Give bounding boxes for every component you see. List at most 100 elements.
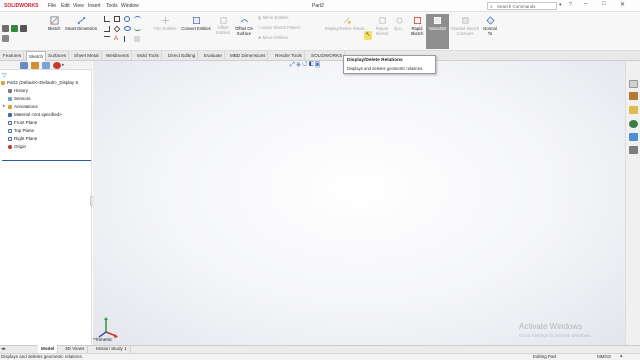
property-manager-tab-icon[interactable] [31, 62, 39, 69]
more-tabs-icon[interactable]: ▸ [62, 62, 65, 68]
sketch-label: Sketch [47, 26, 61, 31]
menu-window[interactable]: Window [121, 3, 139, 9]
convert-entities-icon [192, 16, 200, 25]
ellipse-icon[interactable] [124, 26, 131, 31]
line-icon[interactable] [104, 16, 110, 22]
tree-item-history[interactable]: History [8, 87, 28, 94]
close-button[interactable]: ✕ [620, 1, 625, 8]
tab-features[interactable]: Features [1, 51, 25, 61]
menu-insert[interactable]: Insert [88, 3, 101, 9]
tab-mold-tools[interactable]: Mold Tools [135, 51, 162, 61]
status-dropdown-icon[interactable]: ▴ [620, 353, 623, 360]
arc-icon[interactable] [134, 16, 141, 22]
tab-sketch[interactable]: Sketch [26, 51, 47, 61]
tooltip: Display/Delete Relations Displays and de… [343, 55, 436, 74]
polygon-icon[interactable] [113, 25, 121, 33]
sketch-entities-group: A [104, 14, 152, 48]
scroll-tabs-icon[interactable]: ◂▸ [1, 346, 6, 352]
tree-item-origin[interactable]: Origin [8, 143, 26, 150]
tab-model[interactable]: Model [38, 345, 59, 353]
rapid-sketch-button[interactable]: Rapid Sketch [408, 14, 426, 49]
search-commands-input[interactable]: ⌕ Search Commands [487, 2, 557, 10]
part-icon [1, 80, 5, 85]
trim-entities-button[interactable]: Trim Entities [152, 14, 178, 49]
configuration-manager-tab-icon[interactable] [42, 62, 50, 69]
view-orientation-icon[interactable]: ▣ [315, 62, 320, 68]
zoom-to-fit-icon[interactable]: ⤢ [290, 62, 295, 68]
origin-icon [8, 144, 12, 149]
help-icon[interactable]: ? [569, 2, 575, 10]
filter-icon[interactable]: ▽ [2, 72, 7, 79]
smart-dimension-button[interactable]: Smart Dimension [63, 14, 99, 49]
normal-to-button[interactable]: Normal To [481, 14, 499, 49]
tab-surfaces[interactable]: Surfaces [46, 51, 70, 61]
spline-icon[interactable] [134, 26, 141, 31]
title-bar: SOLIDWORKS File Edit View Insert Tools W… [0, 0, 640, 12]
menu-edit[interactable]: Edit [61, 3, 70, 9]
tree-item-front-plane[interactable]: Front Plane [8, 119, 37, 126]
tree-item-material[interactable]: Material <not specified> [8, 111, 62, 118]
select-icon[interactable] [2, 35, 9, 42]
maximize-button[interactable]: □ [602, 1, 606, 7]
slot-icon[interactable] [104, 26, 110, 32]
undo-icon[interactable] [2, 25, 9, 32]
tree-item-annotations[interactable]: Annotations [8, 103, 38, 110]
repair-sketch-button[interactable]: Repair Sketch [373, 14, 391, 49]
feature-manager-tab-icon[interactable] [20, 62, 28, 69]
graphics-area[interactable] [93, 61, 625, 346]
expand-arrow-icon[interactable]: ▸ [3, 103, 5, 109]
circle-icon[interactable] [124, 16, 130, 22]
print-icon[interactable] [20, 25, 27, 32]
appearances-icon[interactable] [629, 120, 638, 128]
move-entities-item[interactable]: ✥ Move Entities [258, 34, 288, 42]
offset-on-surface-button[interactable]: Offset On Surface [233, 14, 255, 49]
menu-tools[interactable]: Tools [106, 3, 118, 9]
quick-snaps-button[interactable]: Qui... [392, 14, 406, 49]
unit-system-button[interactable]: MMGS [597, 353, 611, 360]
rollback-bar[interactable] [2, 160, 91, 161]
tab-render-tools[interactable]: Render Tools [273, 51, 305, 61]
shaded-sketch-contours-button[interactable]: Shaded Sketch Contours [450, 14, 480, 49]
convert-entities-label: Convert Entities [181, 26, 211, 31]
menu-file[interactable]: File [48, 3, 56, 9]
design-library-icon[interactable] [629, 92, 638, 100]
tree-item-sensors[interactable]: Sensors [8, 95, 31, 102]
view-palette-icon[interactable] [629, 133, 638, 141]
tab-sheet-metal[interactable]: Sheet Metal [72, 51, 102, 61]
tab-weldments[interactable]: Weldments [104, 51, 132, 61]
tab-solidworks-addins[interactable]: SOLIDWORKS [309, 51, 346, 61]
offset-entities-button[interactable]: Offset Entities [213, 14, 233, 49]
search-icon: ⌕ [490, 4, 493, 10]
centerline-icon[interactable] [124, 36, 130, 42]
previous-view-icon[interactable]: ↺ [302, 62, 307, 68]
minimize-button[interactable]: – [584, 1, 587, 7]
text-icon[interactable]: A [114, 36, 120, 42]
fillet-icon[interactable] [104, 36, 110, 42]
trim-entities-label: Trim Entities [153, 26, 177, 31]
file-explorer-icon[interactable] [629, 106, 638, 114]
tab-direct-editing[interactable]: Direct Editing [166, 51, 199, 61]
convert-entities-button[interactable]: Convert Entities [179, 14, 213, 49]
tab-mbd-dimensions[interactable]: MBD Dimensions [228, 51, 269, 61]
solidworks-resources-icon[interactable] [629, 80, 638, 88]
section-view-icon[interactable]: ◧ [309, 62, 314, 68]
rectangle-icon[interactable] [114, 16, 120, 22]
tab-motion-study-1[interactable]: Motion Study 1 [93, 345, 131, 353]
custom-properties-icon[interactable] [629, 146, 638, 154]
sketch-tools-group: ⧎ Mirror Entities ⁞ Linear Sketch Patter… [258, 14, 318, 48]
zoom-to-area-icon[interactable]: ⊕ [296, 62, 300, 68]
tree-item-top-plane[interactable]: Top Plane [8, 127, 34, 134]
sketch-button[interactable]: Sketch [45, 14, 63, 49]
point-icon[interactable] [134, 36, 140, 42]
tree-root[interactable]: Part2 (Default<<Default>_Display S [1, 79, 78, 86]
display-manager-tab-icon[interactable] [53, 62, 61, 69]
rebuild-icon[interactable] [11, 25, 18, 32]
instant2d-button[interactable]: Instant2D [426, 14, 449, 49]
mirror-entities-item[interactable]: ⧎ Mirror Entities [258, 14, 289, 22]
search-dropdown-icon[interactable]: ▾ [559, 2, 564, 10]
linear-sketch-pattern-item[interactable]: ⁞ Linear Sketch Pattern [258, 24, 301, 32]
menu-view[interactable]: View [73, 3, 84, 9]
tree-item-right-plane[interactable]: Right Plane [8, 135, 37, 142]
tab-evaluate[interactable]: Evaluate [202, 51, 225, 61]
tab-3d-views[interactable]: 3D Views [62, 345, 89, 353]
